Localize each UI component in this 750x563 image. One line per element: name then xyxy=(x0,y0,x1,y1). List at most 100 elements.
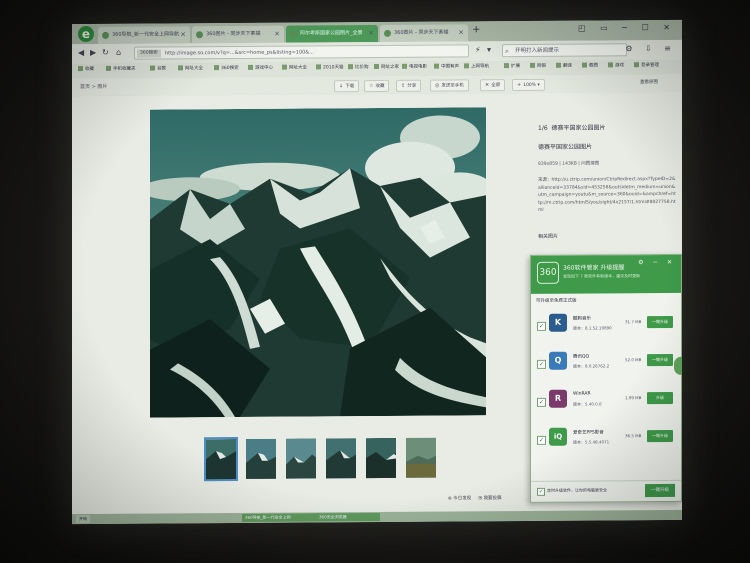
forward-icon[interactable]: ▶ xyxy=(90,48,96,57)
app-version: 版本：8.0.26762.2 xyxy=(573,363,610,369)
app-size: 31.7 MB xyxy=(625,319,642,325)
checkbox[interactable]: ✓ xyxy=(537,397,546,407)
globe-icon xyxy=(290,30,297,38)
refresh-icon[interactable]: ↻ xyxy=(102,48,109,57)
bookmark-item[interactable]: 比价购 xyxy=(348,64,369,70)
image-title: 德赛平国家公园图片 xyxy=(551,124,606,132)
bookmark-item[interactable]: 谷歌 xyxy=(150,65,166,72)
bookmark-item[interactable]: 中国有声 xyxy=(434,63,459,70)
thumbnail[interactable] xyxy=(284,436,318,481)
checkbox[interactable]: ✓ xyxy=(537,359,546,369)
upgrade-button[interactable]: 一键升级 xyxy=(647,429,673,443)
popup-window-controls[interactable]: ⚙ ─ ✕ xyxy=(638,259,676,266)
url-field[interactable]: 360搜索 http://image.so.com/v?q=...&src=ho… xyxy=(134,44,469,60)
zoom-control[interactable]: +100% ▾ xyxy=(512,78,545,92)
bookmark-item[interactable]: 网址大全 xyxy=(282,64,307,71)
globe-icon xyxy=(102,31,109,39)
bookmark-item[interactable]: 手机收藏夹 xyxy=(106,65,136,72)
upgrade-button[interactable]: 一键升级 xyxy=(647,315,673,329)
winrar-icon: R xyxy=(549,389,567,408)
page-content: 1/6 德赛平国家公园图片 德赛平国家公园图片 839x859 | 143KB … xyxy=(72,91,682,515)
bookmark-item[interactable]: 360搜索 xyxy=(214,65,239,71)
bookmark-item[interactable]: 收藏 xyxy=(78,66,94,72)
close-icon[interactable]: × xyxy=(180,26,186,43)
window-controls[interactable]: ◰ ▭ ─ ☐ ✕ xyxy=(578,23,676,33)
tab-360-nav[interactable]: 360导航_新一代安全上网导航 × xyxy=(98,26,190,44)
bookmark-item[interactable]: 上网导航 xyxy=(464,63,489,69)
update-row: ✓ R WinRAR 版本：5.40.0.0 1.99 MB 升级 xyxy=(531,383,681,420)
auto-upgrade-label: 定时升级软件，让你的电脑更安全 xyxy=(547,487,607,493)
taskbar-item[interactable]: 360导航_新一代安全上网 xyxy=(242,513,318,522)
bookmark-item[interactable]: 扩展 xyxy=(504,63,520,69)
image-meta: 839x859 | 143KB | 问图搜图 xyxy=(538,161,600,167)
zoom-in-icon: + xyxy=(517,81,522,89)
app-version: 版本：5.40.0.0 xyxy=(573,401,602,407)
lightning-icon[interactable]: ⚡ xyxy=(475,45,481,54)
image-counter: 1/6 xyxy=(538,124,548,132)
iqiyi-icon: iQ xyxy=(549,427,567,446)
upgrade-button[interactable]: 一键升级 xyxy=(647,353,673,367)
close-icon[interactable]: × xyxy=(274,26,280,43)
new-tab-button[interactable]: + xyxy=(472,24,480,35)
tab-360-images-2[interactable]: 360图片 - 同步天下素描 × xyxy=(380,24,468,42)
upgrade-button[interactable]: 升级 xyxy=(647,391,673,405)
thumbnail[interactable] xyxy=(404,436,438,480)
search-icon: ⌕ xyxy=(505,47,509,56)
home-icon[interactable]: ⌂ xyxy=(116,48,121,57)
app-version: 版本：8.1.52.19890 xyxy=(573,325,612,331)
toolbar-right-icons[interactable]: ⚙ ⇩ ≡ xyxy=(625,44,676,53)
globe-icon xyxy=(196,31,203,39)
app-name: WinRAR xyxy=(573,391,591,397)
bookmark-item[interactable]: 游戏中心 xyxy=(248,64,273,71)
app-name: 腾讯QQ xyxy=(573,354,590,360)
close-icon[interactable]: × xyxy=(458,24,464,41)
thumbnail[interactable] xyxy=(364,436,398,481)
send-to-phone-button[interactable]: ◎ 发送至手机 xyxy=(430,79,469,92)
share-button[interactable]: ⇪ 分享 xyxy=(396,79,422,92)
discover-link[interactable]: ⊕ 今日发现 xyxy=(448,496,471,501)
start-button[interactable]: 开始 xyxy=(76,515,90,524)
software-manager-icon: 360 xyxy=(537,261,559,284)
update-row: ✓ Q 腾讯QQ 版本：8.0.26762.2 52.0 MB 一键升级 xyxy=(531,345,681,382)
thumbnail[interactable] xyxy=(244,437,278,481)
submit-link[interactable]: ⊞ 我要投稿 xyxy=(478,496,501,501)
floating-widget-icon[interactable] xyxy=(674,356,682,375)
checkbox[interactable]: ✓ xyxy=(537,435,546,445)
bookmark-item[interactable]: 网址之家 xyxy=(374,63,399,70)
search-engine-tag[interactable]: 360搜索 xyxy=(137,49,161,58)
favorite-button[interactable]: ☆ 收藏 xyxy=(364,79,390,93)
thumbnail[interactable] xyxy=(204,436,238,482)
bookmark-item[interactable]: 2010天猫 xyxy=(316,64,343,70)
update-row: ✓ iQ 爱奇艺PPS影音 版本：5.5.48.4071 36.5 MB 一键升… xyxy=(531,421,681,458)
bookmark-item[interactable]: 网址大全 xyxy=(178,65,203,71)
image-source[interactable]: 来源：http://u.ctrip.com/union/CtripRedirec… xyxy=(538,176,676,214)
popup-header: 360 360软件管家 升级提醒 发现如下 7 款软件有新版本，建议及时更新 ⚙… xyxy=(531,254,681,294)
bookmark-item[interactable]: 截图 xyxy=(582,62,598,69)
upgrade-all-button[interactable]: 一键升级 xyxy=(645,483,675,498)
tab-360-images[interactable]: 360图片 - 同步天下素描 × xyxy=(192,25,284,44)
bookmark-item[interactable]: 电视电影 xyxy=(402,63,427,70)
breadcrumb[interactable]: 首页 > 图片 xyxy=(80,83,107,90)
download-button[interactable]: ↓ 下载 xyxy=(334,80,360,93)
bookmark-item[interactable]: 游戏 xyxy=(608,62,624,68)
image-subtitle[interactable]: 德赛平国家公园图片 xyxy=(538,141,676,150)
auto-upgrade-checkbox[interactable]: ✓ xyxy=(537,487,545,496)
chevron-down-icon[interactable]: ▾ xyxy=(487,45,491,54)
star-icon: ☆ xyxy=(369,83,374,90)
bookmark-item[interactable]: 翻译 xyxy=(556,62,572,69)
search-input[interactable]: ⌕ 开明打入新闻提示 xyxy=(502,43,627,58)
bookmark-item[interactable]: 登录管理 xyxy=(634,62,659,68)
related-images-heading[interactable]: 相关图片 xyxy=(538,231,676,239)
thumbnail[interactable] xyxy=(324,436,358,481)
bottom-links: ⊕ 今日发现 ⊞ 我要投稿 xyxy=(448,495,502,501)
browser-logo-icon[interactable]: e xyxy=(78,25,94,43)
back-icon[interactable]: ◀ xyxy=(78,48,84,57)
main-mountain-photo[interactable] xyxy=(150,107,486,418)
close-icon[interactable]: × xyxy=(368,25,374,42)
tab-national-park[interactable]: 阿尔卑斯国家公园图片_全景 × xyxy=(286,24,378,43)
taskbar-item[interactable]: 360安全浏览器 xyxy=(316,512,380,522)
fullscreen-button[interactable]: ✕ 全屏 xyxy=(480,79,506,92)
view-original-link[interactable]: 查看原图 xyxy=(636,78,662,88)
checkbox[interactable]: ✓ xyxy=(537,321,546,331)
bookmark-item[interactable]: 网银 xyxy=(530,62,546,69)
